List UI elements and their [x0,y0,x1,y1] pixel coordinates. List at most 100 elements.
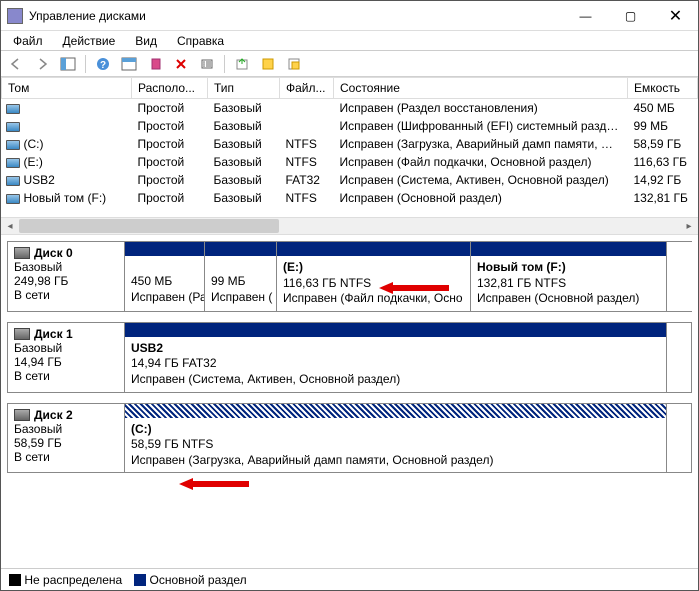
menu-view[interactable]: Вид [127,32,165,50]
col-layout[interactable]: Располо... [132,78,208,99]
volume-row[interactable]: Новый том (F:)ПростойБазовыйNTFSИсправен… [2,189,698,207]
volume-layout: Простой [132,171,208,189]
partition[interactable]: Новый том (F:)132,81 ГБ NTFSИсправен (Ос… [471,242,667,311]
volume-row[interactable]: (E:)ПростойБазовыйNTFSИсправен (Файл под… [2,153,698,171]
volume-name: (E:) [24,155,43,169]
menu-help[interactable]: Справка [169,32,232,50]
action-1-button[interactable] [231,54,253,74]
delete-button[interactable] [170,54,192,74]
legend-primary: Основной раздел [134,573,246,587]
col-status[interactable]: Состояние [334,78,628,99]
legend-unallocated-label: Не распределена [24,573,122,587]
settings-button[interactable] [144,54,166,74]
scroll-left-button[interactable]: ◂ [1,218,19,234]
close-button[interactable]: ✕ [653,1,698,30]
volume-list[interactable]: Том Располо... Тип Файл... Состояние Емк… [1,77,698,217]
back-button[interactable] [5,54,27,74]
disk-info: Диск 0Базовый249,98 ГБВ сети [7,241,125,312]
volume-type: Базовый [208,171,280,189]
help-button[interactable]: ? [92,54,114,74]
volume-status: Исправен (Основной раздел) [334,189,628,207]
partition[interactable]: (E:)116,63 ГБ NTFSИсправен (Файл подкачк… [277,242,471,311]
partition-stripe [125,404,666,418]
disk-state: В сети [14,288,118,302]
scroll-track[interactable] [19,218,680,234]
volume-capacity: 116,63 ГБ [628,153,698,171]
partition-stripe [205,242,276,256]
column-headers[interactable]: Том Располо... Тип Файл... Состояние Емк… [2,78,698,99]
volume-name: USB2 [24,173,55,187]
disk-size: 58,59 ГБ [14,436,118,450]
volume-icon [6,140,20,150]
menubar: Файл Действие Вид Справка [1,31,698,51]
volume-fs [280,117,334,135]
volume-icon [6,158,20,168]
volume-icon [6,104,20,114]
scroll-thumb[interactable] [19,219,279,233]
volume-type: Базовый [208,99,280,118]
toolbar: ? [1,51,698,77]
action-3-button[interactable] [283,54,305,74]
arrow-annotation [179,477,249,491]
disk-info: Диск 1Базовый14,94 ГБВ сети [7,322,125,393]
volume-row[interactable]: USB2ПростойБазовыйFAT32Исправен (Система… [2,171,698,189]
disk-partitions: USB214,94 ГБ FAT32Исправен (Система, Акт… [125,322,692,393]
legend: Не распределена Основной раздел [1,568,698,590]
menu-file[interactable]: Файл [5,32,51,50]
col-capacity[interactable]: Емкость [628,78,698,99]
forward-button[interactable] [31,54,53,74]
col-volume[interactable]: Том [2,78,132,99]
volume-row[interactable]: ПростойБазовыйИсправен (Шифрованный (EFI… [2,117,698,135]
volume-type: Базовый [208,117,280,135]
volume-layout: Простой [132,135,208,153]
volume-fs [280,99,334,118]
horizontal-scrollbar[interactable]: ◂ ▸ [1,217,698,235]
disk-name: Диск 1 [34,327,73,341]
legend-unallocated: Не распределена [9,573,122,587]
partition-title: USB2 [131,341,660,357]
panel-toggle-button[interactable] [57,54,79,74]
menu-action[interactable]: Действие [55,32,124,50]
partition-status: Исправен (Загрузка, Аварийный дамп памят… [131,453,660,469]
partition-size: 14,94 ГБ FAT32 [131,356,660,372]
window-title: Управление дисками [29,9,563,23]
disk-icon [14,328,30,340]
minimize-button[interactable]: — [563,1,608,30]
partition[interactable]: (C:)58,59 ГБ NTFSИсправен (Загрузка, Ава… [125,404,667,473]
refresh-button[interactable] [118,54,140,74]
disk-partitions: (C:)58,59 ГБ NTFSИсправен (Загрузка, Ава… [125,403,692,474]
volume-name: Новый том (F:) [24,191,107,205]
partition[interactable]: 450 МБИсправен (Разде [125,242,205,311]
volume-row[interactable]: (C:)ПростойБазовыйNTFSИсправен (Загрузка… [2,135,698,153]
square-icon [134,574,146,586]
partition-status: Исправен (Основной раздел) [477,291,660,307]
volume-layout: Простой [132,189,208,207]
action-2-button[interactable] [257,54,279,74]
volume-status: Исправен (Загрузка, Аварийный дамп памят… [334,135,628,153]
volume-status: Исправен (Система, Активен, Основной раз… [334,171,628,189]
volume-capacity: 132,81 ГБ [628,189,698,207]
col-fs[interactable]: Файл... [280,78,334,99]
col-type[interactable]: Тип [208,78,280,99]
partition-status: Исправен (Разде [131,290,198,306]
properties-button[interactable] [196,54,218,74]
disk-icon [14,247,30,259]
partition-status: Исправен (Система, Активен, Основной раз… [131,372,660,388]
svg-text:?: ? [100,60,106,71]
volume-status: Исправен (Файл подкачки, Основной раздел… [334,153,628,171]
volume-fs: NTFS [280,135,334,153]
window-controls: — ▢ ✕ [563,1,698,30]
partition[interactable]: 99 МБИсправен ( [205,242,277,311]
scroll-right-button[interactable]: ▸ [680,218,698,234]
volume-row[interactable]: ПростойБазовыйИсправен (Раздел восстанов… [2,99,698,118]
partition-status: Исправен ( [211,290,270,306]
partition-title: (C:) [131,422,660,438]
disk-map: Диск 0Базовый249,98 ГБВ сети450 МБИсправ… [1,235,698,535]
partition-stripe [471,242,666,256]
partition[interactable]: USB214,94 ГБ FAT32Исправен (Система, Акт… [125,323,667,392]
partition-title: Новый том (F:) [477,260,660,276]
partition-size: 58,59 ГБ NTFS [131,437,660,453]
partition-stripe [125,323,666,337]
maximize-button[interactable]: ▢ [608,1,653,30]
disk-size: 14,94 ГБ [14,355,118,369]
